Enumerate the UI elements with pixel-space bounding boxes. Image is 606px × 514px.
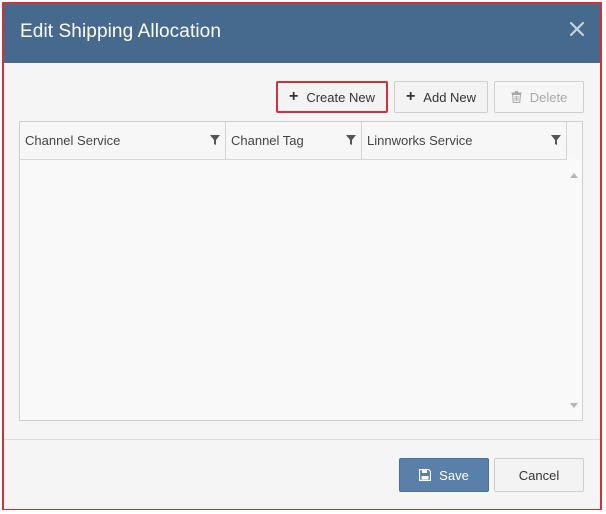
scroll-up-icon[interactable] — [570, 165, 578, 183]
column-header-label: Channel Tag — [231, 133, 304, 148]
vertical-scrollbar[interactable] — [567, 159, 582, 420]
close-icon[interactable] — [566, 18, 588, 40]
trash-icon — [511, 91, 522, 103]
column-channel-tag[interactable]: Channel Tag — [226, 122, 362, 159]
cancel-button[interactable]: Cancel — [494, 458, 584, 492]
grid-header: Channel Service Channel Tag Linnworks Se… — [20, 122, 582, 160]
dialog-header: Edit Shipping Allocation — [4, 4, 600, 63]
delete-label: Delete — [529, 89, 568, 105]
save-button[interactable]: Save — [399, 458, 489, 492]
save-icon — [419, 469, 432, 481]
create-new-label: Create New — [306, 89, 375, 105]
dialog-title: Edit Shipping Allocation — [20, 21, 221, 42]
save-label: Save — [439, 467, 469, 483]
filter-icon[interactable] — [205, 130, 225, 150]
plus-icon: + — [289, 88, 299, 105]
column-header-label: Linnworks Service — [367, 133, 473, 148]
delete-button[interactable]: Delete — [494, 81, 584, 113]
column-channel-service[interactable]: Channel Service — [20, 122, 226, 159]
cancel-label: Cancel — [518, 467, 560, 483]
column-header-label: Channel Service — [25, 133, 121, 148]
filter-icon[interactable] — [546, 130, 566, 150]
add-new-button[interactable]: + Add New — [394, 81, 488, 113]
plus-icon: + — [405, 88, 416, 105]
column-linnworks-service[interactable]: Linnworks Service — [362, 122, 567, 159]
dialog-footer: Save Cancel — [4, 439, 600, 509]
allocation-grid: Channel Service Channel Tag Linnworks Se… — [19, 121, 583, 421]
scroll-header-spacer — [567, 122, 582, 159]
create-new-button[interactable]: + Create New — [276, 81, 388, 113]
dialog: Edit Shipping Allocation + Create New + … — [2, 2, 602, 510]
scroll-down-icon[interactable] — [570, 396, 578, 414]
dialog-body: + Create New + Add New Delete Channel Se… — [4, 63, 600, 439]
filter-icon[interactable] — [341, 130, 361, 150]
add-new-label: Add New — [423, 89, 477, 105]
